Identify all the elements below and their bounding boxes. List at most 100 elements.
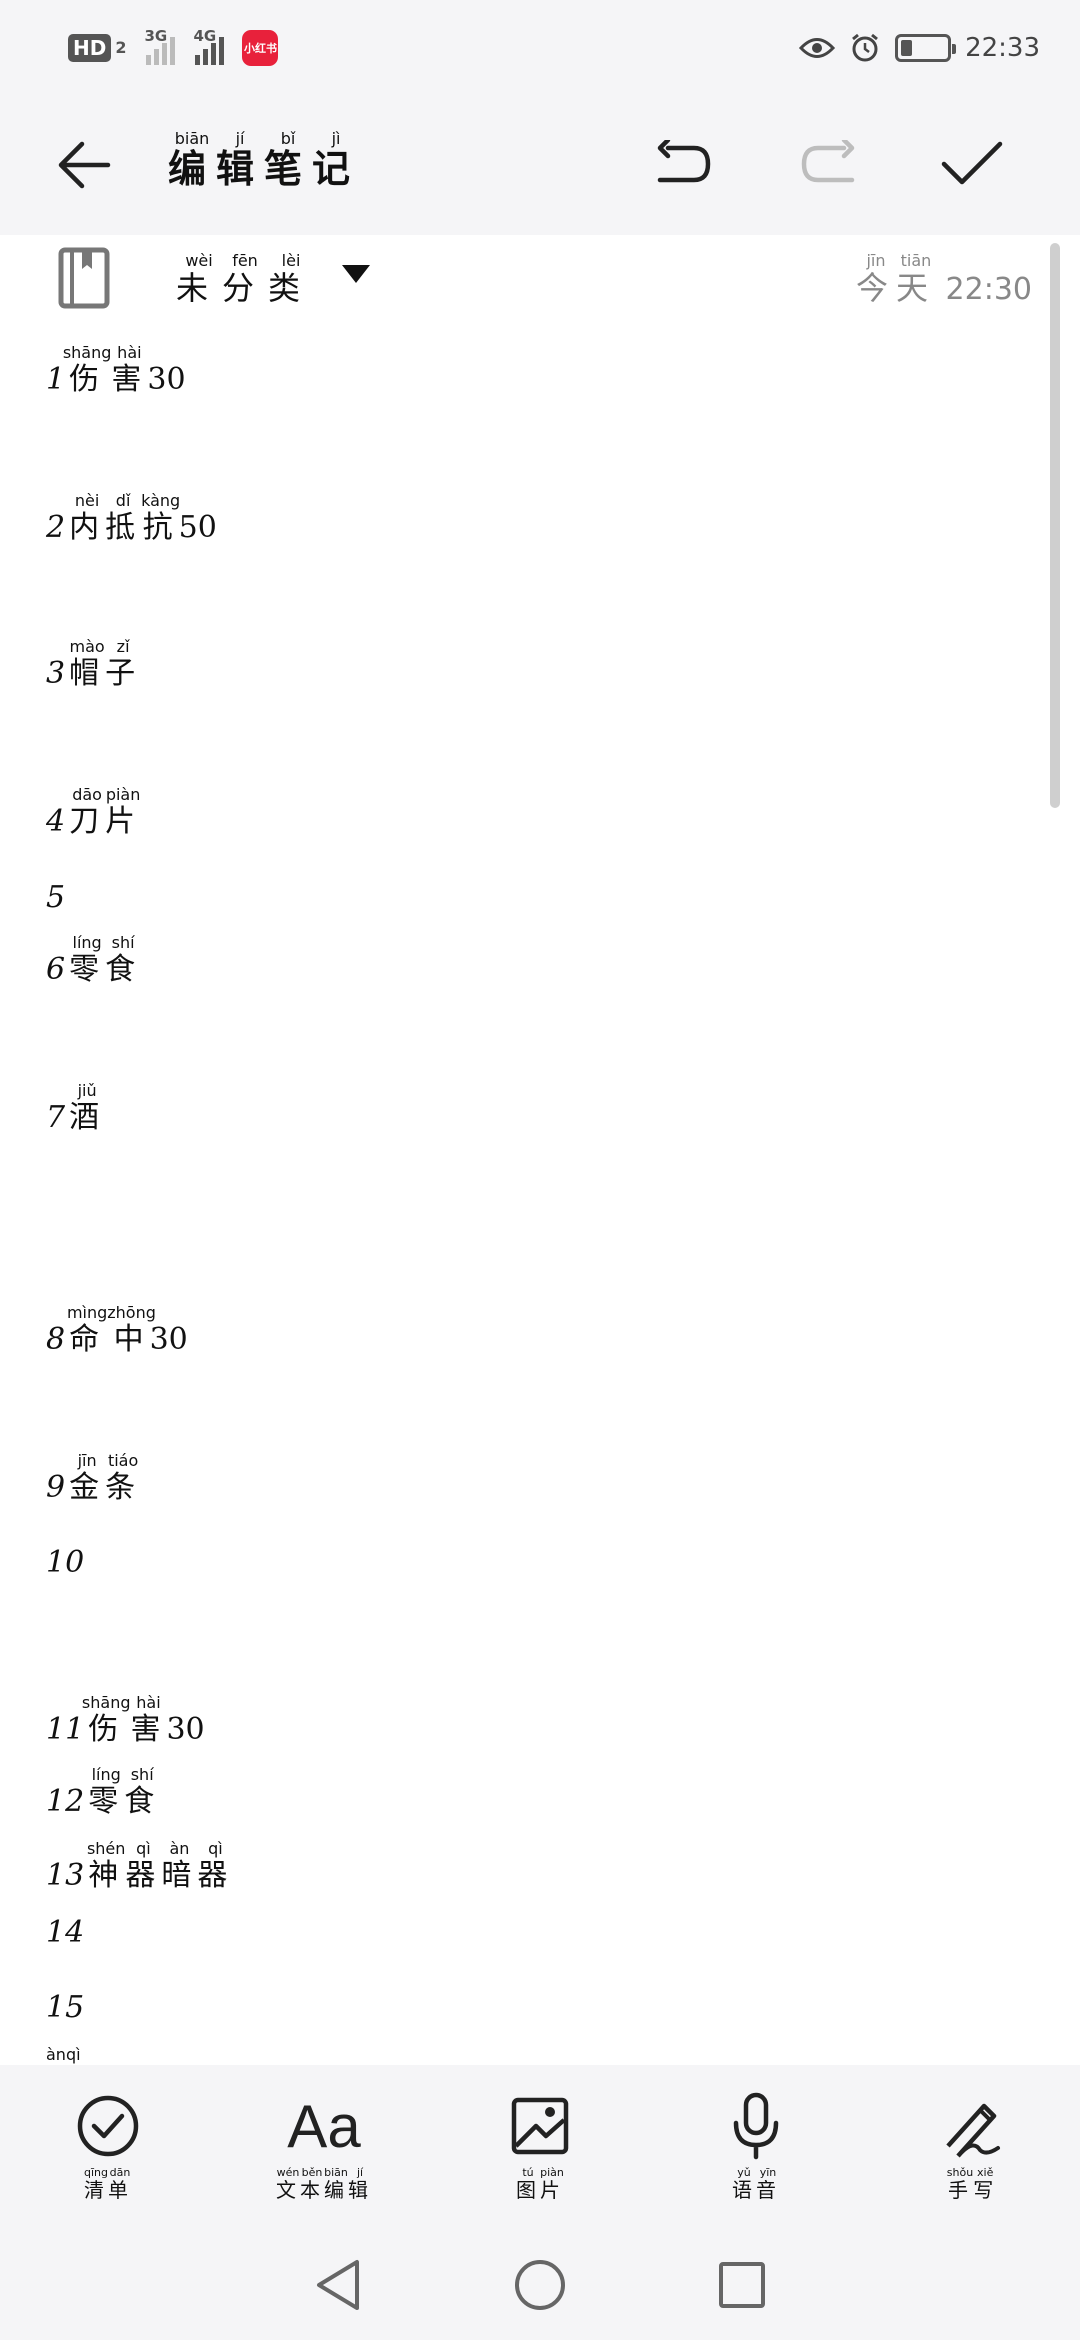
date-pinyin: jīn: [855, 251, 896, 270]
save-button[interactable]: [932, 125, 1012, 205]
line-char: 中zhōng: [107, 1303, 156, 1357]
note-line[interactable]: 4 刀dāo片piàn: [46, 785, 142, 840]
line-char: 器qì: [125, 1839, 162, 1893]
nav-recents-icon[interactable]: [717, 2260, 767, 2310]
line-char: 害hài: [130, 1693, 167, 1747]
text-edit-button[interactable]: Aa 文wén本běn编biān辑jí: [234, 2091, 414, 2203]
nav-home-icon[interactable]: [513, 2258, 567, 2312]
redo-button[interactable]: [788, 125, 868, 205]
tool-pinyin: yǔ: [732, 2166, 756, 2179]
status-time: 22:33: [965, 32, 1040, 63]
date-pinyin: tiān: [895, 251, 936, 270]
tool-char: 清qīng: [84, 2166, 108, 2202]
line-number: 8: [46, 1322, 66, 1357]
line-char: 食shí: [124, 1765, 161, 1819]
dropdown-triangle-icon[interactable]: [342, 265, 370, 289]
note-line[interactable]: 15: [46, 1990, 88, 2025]
tool-pinyin: qīng: [84, 2166, 108, 2179]
tool-pinyin: dān: [108, 2166, 132, 2179]
note-line[interactable]: 8命mìng中zhōng30: [46, 1303, 188, 1358]
note-line[interactable]: 9 金jīn条tiáo: [46, 1451, 142, 1506]
line-pinyin: hài: [111, 343, 148, 362]
note-line[interactable]: 14: [46, 1915, 88, 1950]
line-char: 命mìng: [66, 1303, 108, 1357]
line-value: 30: [149, 1322, 188, 1357]
tool-char: 手shǒu: [946, 2166, 974, 2202]
notebook-icon[interactable]: [58, 247, 110, 313]
scrollbar[interactable]: [1050, 243, 1060, 808]
voice-button[interactable]: 语yǔ音yīn: [666, 2091, 846, 2203]
title-pinyin: bǐ: [264, 129, 313, 148]
note-line[interactable]: 11伤shāng害hài30: [46, 1693, 205, 1748]
line-char: 伤shāng: [81, 1693, 131, 1747]
note-line[interactable]: 13神shén器qì暗àn器qì: [46, 1839, 234, 1894]
note-line[interactable]: 10: [46, 1545, 88, 1580]
nav-back-icon[interactable]: [313, 2258, 363, 2312]
note-line[interactable]: 2 内nèi抵dǐ抗kàng50: [46, 491, 217, 546]
note-line[interactable]: 12 零líng食shí: [46, 1765, 161, 1820]
category-selector[interactable]: 未wèi分fēn类lèi: [176, 251, 315, 309]
redo-icon: [801, 140, 855, 183]
checklist-label: 清qīng单dān: [84, 2166, 132, 2203]
line-pinyin: qì: [65, 2045, 81, 2064]
line-pinyin: hài: [130, 1693, 167, 1712]
line-pinyin: mìng: [66, 1303, 108, 1322]
voice-icon: [731, 2091, 781, 2161]
line-pinyin: zhōng: [107, 1303, 156, 1322]
checklist-icon: [76, 2091, 140, 2161]
line-number: 3: [46, 656, 66, 691]
line-pinyin: qì: [125, 1839, 162, 1858]
handwriting-icon: [940, 2091, 1004, 2161]
date-char: 今jīn: [855, 251, 896, 307]
line-char: 抗kàng: [141, 491, 181, 545]
note-line[interactable]: 6 零líng食shí: [46, 933, 142, 988]
status-right: 22:33: [799, 32, 1040, 64]
tool-char: 辑jí: [348, 2166, 372, 2202]
line-pinyin: shén: [86, 1839, 126, 1858]
title-char: 笔bǐ: [264, 129, 313, 191]
note-time: 22:30: [936, 272, 1032, 307]
line-number: 7: [46, 1100, 66, 1135]
undo-button[interactable]: [644, 125, 724, 205]
tool-char: 音yīn: [756, 2166, 780, 2202]
handwriting-button[interactable]: 手shǒu写xiě: [882, 2091, 1062, 2203]
line-number: 11: [46, 1712, 85, 1747]
tool-char: 片piàn: [540, 2166, 564, 2202]
tool-pinyin: xiě: [973, 2166, 998, 2179]
note-line[interactable]: 5: [46, 880, 69, 915]
signal-4g-icon: 4G: [193, 27, 225, 65]
tool-char: 文wén: [276, 2166, 300, 2202]
note-line[interactable]: àn qì: [46, 2045, 81, 2065]
tool-char: 单dān: [108, 2166, 132, 2202]
note-line[interactable]: 3 帽mào子zǐ: [46, 637, 141, 692]
note-content-area[interactable]: 未wèi分fēn类lèi 今jīn天tiān 22:30 1伤shāng害hài…: [0, 235, 1080, 2065]
title-char: 辑jí: [216, 129, 265, 191]
tool-pinyin: biān: [324, 2166, 348, 2179]
line-number: 15: [46, 1990, 85, 2025]
tool-pinyin: piàn: [540, 2166, 564, 2179]
checklist-button[interactable]: 清qīng单dān: [18, 2091, 198, 2203]
category-char: 分fēn: [222, 251, 269, 307]
tool-char: 本běn: [300, 2166, 324, 2202]
note-line[interactable]: 7 酒jiǔ: [46, 1081, 105, 1136]
line-char: 刀dāo: [69, 785, 106, 839]
category-pinyin: wèi: [176, 251, 222, 270]
line-pinyin: dǐ: [105, 491, 142, 510]
text-format-glyph: Aa: [287, 2092, 361, 2160]
line-char: 金jīn: [69, 1451, 106, 1505]
back-button[interactable]: [44, 125, 124, 205]
line-pinyin: tiáo: [105, 1451, 142, 1470]
category-pinyin: lèi: [268, 251, 315, 270]
line-char: 食shí: [105, 933, 142, 987]
note-meta-row: 未wèi分fēn类lèi 今jīn天tiān 22:30: [0, 235, 1080, 325]
status-left: HD 2 3G 4G 小红书: [68, 27, 279, 66]
image-button[interactable]: 图tú片piàn: [450, 2091, 630, 2203]
image-label: 图tú片piàn: [516, 2166, 564, 2203]
line-pinyin: mào: [69, 637, 106, 656]
note-date: 今jīn天tiān 22:30: [855, 251, 1032, 309]
line-char: 器qì: [197, 1839, 234, 1893]
line-char: 片piàn: [105, 785, 142, 839]
line-number: 14: [46, 1915, 85, 1950]
note-line[interactable]: 1伤shāng害hài30: [46, 343, 186, 398]
tool-pinyin: wén: [276, 2166, 300, 2179]
